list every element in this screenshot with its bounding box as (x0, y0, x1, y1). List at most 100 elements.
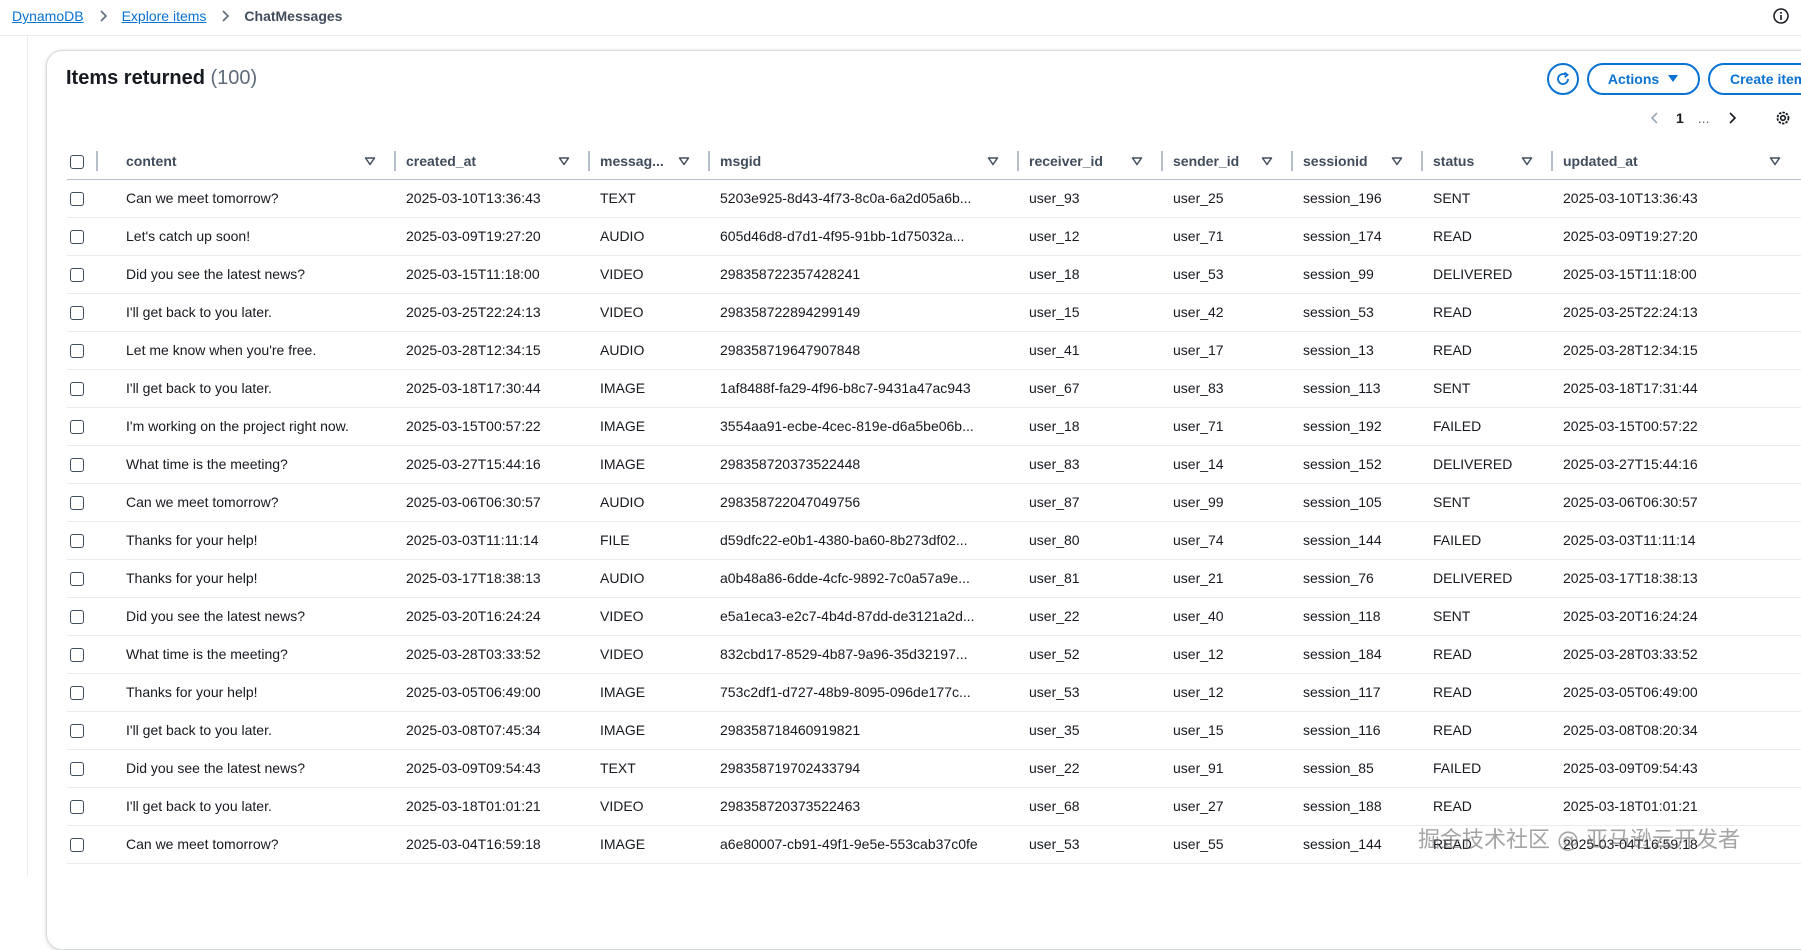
column-header-label: updated_at (1563, 152, 1638, 169)
column-header-status[interactable]: status (1423, 143, 1553, 180)
cell-receiver-id: user_35 (1019, 711, 1163, 750)
cell-receiver-id: user_41 (1019, 331, 1163, 370)
table-row[interactable]: I'll get back to you later. 2025-03-08T07… (67, 711, 1801, 750)
sort-caret-icon[interactable] (364, 155, 376, 167)
table-header-row: content created_at messag... msgid receiver… (67, 143, 1801, 180)
row-checkbox[interactable] (70, 420, 84, 435)
table-row[interactable]: Can we meet tomorrow? 2025-03-10T13:36:43… (67, 179, 1801, 218)
gear-icon[interactable] (1774, 109, 1792, 127)
sort-caret-icon[interactable] (1131, 155, 1143, 167)
cell-status: DELIVERED (1423, 559, 1553, 598)
cell-msgid: 298358718460919821 (710, 711, 1019, 750)
sort-caret-icon[interactable] (558, 155, 570, 167)
row-checkbox[interactable] (70, 724, 84, 739)
row-checkbox[interactable] (70, 306, 84, 321)
row-checkbox[interactable] (70, 572, 84, 587)
page-number[interactable]: 1 (1676, 110, 1684, 126)
refresh-button[interactable] (1547, 63, 1579, 95)
previous-page-icon[interactable] (1648, 111, 1662, 125)
info-icon[interactable] (1773, 8, 1789, 24)
table-row[interactable]: Let me know when you're free. 2025-03-28T… (67, 331, 1801, 370)
sort-caret-icon[interactable] (1769, 155, 1781, 167)
row-checkbox[interactable] (70, 344, 84, 359)
cell-updated-at: 2025-03-28T12:34:15 (1553, 331, 1801, 370)
cell-content: Did you see the latest news? (116, 749, 396, 788)
cell-receiver-id: user_53 (1019, 825, 1163, 864)
row-checkbox[interactable] (70, 192, 84, 207)
sort-caret-icon[interactable] (1521, 155, 1533, 167)
row-checkbox[interactable] (70, 496, 84, 511)
table-row[interactable]: What time is the meeting? 2025-03-27T15:4… (67, 445, 1801, 484)
cell-msgid: 753c2df1-d727-48b9-8095-096de177c... (710, 673, 1019, 712)
cell-receiver-id: user_53 (1019, 673, 1163, 712)
cell-msgid: 5203e925-8d43-4f73-8c0a-6a2d05a6b... (710, 179, 1019, 218)
actions-label: Actions (1607, 71, 1660, 87)
column-header-msgid[interactable]: msgid (710, 143, 1019, 180)
table-row[interactable]: I'll get back to you later. 2025-03-25T22… (67, 293, 1801, 332)
cell-sender-id: user_99 (1163, 483, 1293, 522)
row-checkbox[interactable] (70, 610, 84, 625)
cell-status: READ (1423, 635, 1553, 674)
row-checkbox[interactable] (70, 648, 84, 663)
cell-sessionid: session_118 (1293, 597, 1423, 636)
column-header-sessionid[interactable]: sessionid (1293, 143, 1423, 180)
sort-caret-icon[interactable] (678, 155, 690, 167)
column-header-content[interactable]: content (116, 143, 396, 180)
actions-button[interactable]: Actions (1587, 63, 1700, 95)
cell-sender-id: user_25 (1163, 179, 1293, 218)
cell-updated-at: 2025-03-06T06:30:57 (1553, 483, 1801, 522)
cell-updated-at: 2025-03-18T17:31:44 (1553, 369, 1801, 408)
table-row[interactable]: Did you see the latest news? 2025-03-20T1… (67, 597, 1801, 636)
table-row[interactable]: Thanks for your help! 2025-03-03T11:11:14… (67, 521, 1801, 560)
row-checkbox[interactable] (70, 762, 84, 777)
cell-sender-id: user_12 (1163, 635, 1293, 674)
table-row[interactable]: Did you see the latest news? 2025-03-15T1… (67, 255, 1801, 294)
next-page-icon[interactable] (1725, 111, 1739, 125)
table-row[interactable]: Thanks for your help! 2025-03-17T18:38:13… (67, 559, 1801, 598)
cell-sender-id: user_14 (1163, 445, 1293, 484)
cell-created-at: 2025-03-09T19:27:20 (396, 217, 590, 256)
cell-updated-at: 2025-03-15T00:57:22 (1553, 407, 1801, 446)
sort-caret-icon[interactable] (1261, 155, 1273, 167)
row-checkbox[interactable] (70, 458, 84, 473)
breadcrumb-explore-items[interactable]: Explore items (122, 8, 207, 24)
row-checkbox[interactable] (70, 382, 84, 397)
table-row[interactable]: Let's catch up soon! 2025-03-09T19:27:20 A… (67, 217, 1801, 256)
side-divider (27, 36, 28, 876)
column-header-message-type[interactable]: messag... (590, 143, 710, 180)
sort-caret-icon[interactable] (1391, 155, 1403, 167)
select-all-checkbox[interactable] (70, 154, 84, 169)
column-header-label: content (126, 152, 177, 169)
column-header-created-at[interactable]: created_at (396, 143, 590, 180)
row-select-cell (67, 711, 116, 750)
row-checkbox[interactable] (70, 800, 84, 815)
column-header-updated-at[interactable]: updated_at (1553, 143, 1801, 180)
breadcrumb-dynamodb[interactable]: DynamoDB (12, 8, 84, 24)
table-row[interactable]: What time is the meeting? 2025-03-28T03:3… (67, 635, 1801, 674)
cell-updated-at: 2025-03-05T06:49:00 (1553, 673, 1801, 712)
table-row[interactable]: I'm working on the project right now. 202… (67, 407, 1801, 446)
table-row[interactable]: I'll get back to you later. 2025-03-18T17… (67, 369, 1801, 408)
row-checkbox[interactable] (70, 534, 84, 549)
row-select-cell (67, 331, 116, 370)
cell-sessionid: session_76 (1293, 559, 1423, 598)
table-row[interactable]: Did you see the latest news? 2025-03-09T0… (67, 749, 1801, 788)
cell-content: Let's catch up soon! (116, 217, 396, 256)
items-table: content created_at messag... msgid receiver… (67, 143, 1801, 864)
table-row[interactable]: Can we meet tomorrow? 2025-03-06T06:30:57… (67, 483, 1801, 522)
column-header-receiver-id[interactable]: receiver_id (1019, 143, 1163, 180)
cell-message-type: VIDEO (590, 255, 710, 294)
row-checkbox[interactable] (70, 838, 84, 853)
cell-updated-at: 2025-03-09T19:27:20 (1553, 217, 1801, 256)
cell-message-type: IMAGE (590, 445, 710, 484)
row-checkbox[interactable] (70, 268, 84, 283)
row-checkbox[interactable] (70, 230, 84, 245)
column-header-sender-id[interactable]: sender_id (1163, 143, 1293, 180)
row-checkbox[interactable] (70, 686, 84, 701)
cell-updated-at: 2025-03-18T01:01:21 (1553, 787, 1801, 826)
table-row[interactable]: Thanks for your help! 2025-03-05T06:49:00… (67, 673, 1801, 712)
column-header-label: status (1433, 152, 1475, 169)
create-item-button[interactable]: Create item (1708, 63, 1801, 95)
sort-caret-icon[interactable] (987, 155, 999, 167)
table-row[interactable]: I'll get back to you later. 2025-03-18T01… (67, 787, 1801, 826)
